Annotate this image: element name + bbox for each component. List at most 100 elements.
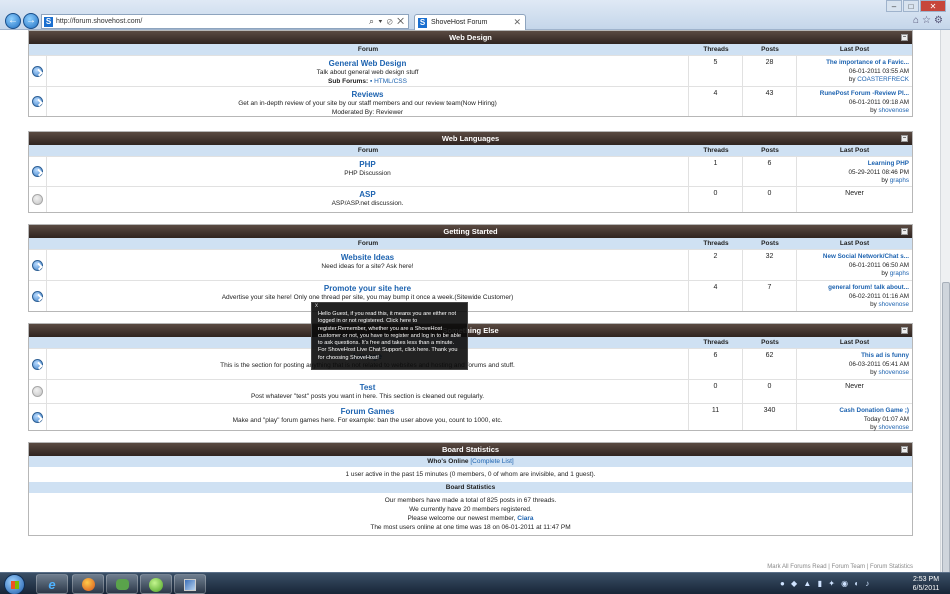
- green-app-icon[interactable]: [140, 574, 172, 594]
- board-stats-text: Our members have made a total of 825 pos…: [370, 497, 571, 531]
- thread-count: 5: [689, 56, 743, 86]
- address-bar[interactable]: S http://forum.shovehost.com/ ⌕ ▾ ⊘ ✕: [41, 14, 409, 29]
- forum-title-link[interactable]: Forum Games: [49, 407, 686, 416]
- scrollbar-thumb[interactable]: [942, 282, 950, 582]
- url-text[interactable]: http://forum.shovehost.com/: [56, 18, 142, 25]
- last-post-user-link[interactable]: graphs: [890, 270, 909, 277]
- forum-no-new-posts-icon: [32, 194, 43, 205]
- start-button-icon[interactable]: [4, 574, 25, 594]
- forum-description: PHP Discussion: [344, 170, 391, 177]
- forum-title-link[interactable]: Reviews: [49, 90, 686, 99]
- column-threads: Threads: [703, 339, 729, 346]
- window-controls: – □ ✕: [886, 0, 946, 12]
- category-title: Web Design: [449, 33, 492, 42]
- last-post-date: 06-01-2011 03:55 AM: [848, 67, 909, 75]
- last-post-link[interactable]: Cash Donation Game ;): [800, 407, 909, 416]
- last-post-user-link[interactable]: graphs: [890, 177, 909, 184]
- online-users-text: 1 user active in the past 15 minutes (0 …: [345, 471, 596, 478]
- column-headers: Forum Threads Posts Last Post: [29, 44, 912, 55]
- column-posts: Posts: [761, 339, 779, 346]
- collapse-icon[interactable]: –: [901, 34, 908, 41]
- forward-arrow-icon[interactable]: →: [23, 13, 39, 29]
- last-post-date: Today 01:07 AM: [863, 415, 909, 423]
- column-posts: Posts: [761, 240, 779, 247]
- footer-links[interactable]: Mark All Forums Read | Forum Team | Foru…: [767, 564, 913, 570]
- forum-title-link[interactable]: ASP: [49, 190, 686, 199]
- background-toolbar-area: [145, 2, 395, 12]
- forum-content: Web Design – Forum Threads Posts Last Po…: [28, 30, 913, 550]
- forum-new-posts-icon: [32, 65, 43, 77]
- column-headers: Forum Threads Posts Last Post: [29, 337, 912, 348]
- board-statistics: Board Statistics – Who's Online [Complet…: [28, 442, 913, 536]
- last-post-user-link[interactable]: COASTERFRECK: [857, 76, 909, 83]
- forum-new-posts-icon: [32, 166, 43, 177]
- forum-title-link[interactable]: Promote your site here: [49, 284, 686, 293]
- tab-favicon-icon: S: [418, 18, 427, 28]
- forum-title-link[interactable]: PHP: [49, 160, 686, 169]
- last-post-link[interactable]: The importance of a Favic...: [800, 59, 909, 68]
- last-post-user-link[interactable]: shovenose: [879, 424, 909, 431]
- post-count: 28: [743, 56, 797, 86]
- column-forum: Forum: [357, 147, 379, 154]
- thread-count: 0: [689, 380, 743, 403]
- system-clock[interactable]: 2:53 PM 6/5/2011: [906, 575, 946, 593]
- forum-description: Make and "play" forum games here. For ex…: [232, 417, 503, 424]
- maximize-button[interactable]: □: [903, 0, 919, 12]
- last-post-link[interactable]: New Social Network/Chat s...: [800, 253, 909, 262]
- last-post-link[interactable]: This ad is funny: [800, 352, 909, 361]
- forum-description: Advertise your site here! Only one threa…: [221, 294, 514, 301]
- whos-online-header: Who's Online [Complete List]: [29, 456, 912, 467]
- forum-new-posts-icon: [32, 290, 43, 302]
- minimize-button[interactable]: –: [886, 0, 902, 12]
- forum-moderators: Moderated By: Reviewer: [331, 109, 404, 116]
- address-bar-icons[interactable]: ⌕ ▾ ⊘ ✕: [369, 16, 405, 27]
- forum-title-link[interactable]: Test: [49, 383, 686, 392]
- popup-text: Hello Guest, if you read this, it means …: [318, 311, 462, 361]
- forum-row: Website Ideas Need ideas for a site? Ask…: [29, 249, 912, 280]
- tab-label: ShoveHost Forum: [431, 19, 488, 26]
- collapse-icon[interactable]: –: [901, 327, 908, 334]
- tab-shovehost-forum[interactable]: S ShoveHost Forum ✕: [414, 14, 526, 30]
- internet-explorer-icon[interactable]: e: [36, 574, 68, 594]
- popup-close-icon[interactable]: x: [315, 303, 318, 310]
- collapse-icon[interactable]: –: [901, 228, 908, 235]
- window-close-button[interactable]: ✕: [920, 0, 946, 12]
- post-count: 43: [743, 87, 797, 116]
- system-tray-icons[interactable]: ● ◆ ▲ ▮ ✦ ◉ ◐ ♪: [780, 579, 871, 588]
- forum-row: Test Post whatever "test" posts you want…: [29, 379, 912, 403]
- firefox-icon[interactable]: [72, 574, 104, 594]
- sub-forum-link[interactable]: HTML/CSS: [374, 78, 407, 85]
- forum-new-posts-icon: [32, 411, 43, 423]
- forum-title-link[interactable]: General Web Design: [49, 59, 686, 68]
- collapse-icon[interactable]: –: [901, 135, 908, 142]
- forum-title-link[interactable]: Website Ideas: [49, 253, 686, 262]
- last-post-date: 06-03-2011 05:41 AM: [848, 360, 909, 368]
- last-post-user-link[interactable]: shovenose: [879, 301, 909, 308]
- forum-new-posts-icon: [32, 96, 43, 107]
- column-posts: Posts: [761, 46, 779, 53]
- tab-close-icon[interactable]: ✕: [513, 17, 521, 28]
- column-forum: Forum: [357, 240, 379, 247]
- last-post-link[interactable]: general forum! talk about...: [800, 284, 909, 293]
- vertical-scrollbar[interactable]: [940, 30, 950, 582]
- thread-count: 2: [689, 250, 743, 280]
- home-favorites-tools-icons[interactable]: ⌂☆⚙: [913, 15, 946, 26]
- image-app-icon[interactable]: [174, 574, 206, 594]
- forum-row: Promote your site here Advertise your si…: [29, 280, 912, 311]
- back-arrow-icon[interactable]: ←: [5, 13, 21, 29]
- last-post-user-link[interactable]: shovenose: [879, 369, 909, 376]
- complete-list-link[interactable]: [Complete List]: [470, 458, 513, 465]
- last-post-user-link[interactable]: shovenose: [879, 107, 909, 114]
- column-last-post: Last Post: [839, 46, 870, 53]
- last-post-date: 06-02-2011 01:16 AM: [848, 292, 909, 300]
- newest-member-link[interactable]: Ciara: [517, 515, 533, 522]
- column-forum: Forum: [357, 46, 379, 53]
- messenger-icon[interactable]: [106, 574, 138, 594]
- column-threads: Threads: [703, 240, 729, 247]
- windows-taskbar: e ● ◆ ▲ ▮ ✦ ◉ ◐ ♪ 2:53 PM 6/5/2011: [0, 572, 950, 594]
- collapse-icon[interactable]: –: [901, 446, 908, 453]
- last-post-date: 06-01-2011 09:18 AM: [848, 98, 909, 106]
- last-post-link[interactable]: RunePost Forum -Review Pl...: [800, 90, 909, 99]
- last-post-link[interactable]: Learning PHP: [800, 160, 909, 169]
- last-post: The importance of a Favic... 06-01-2011 …: [797, 56, 912, 86]
